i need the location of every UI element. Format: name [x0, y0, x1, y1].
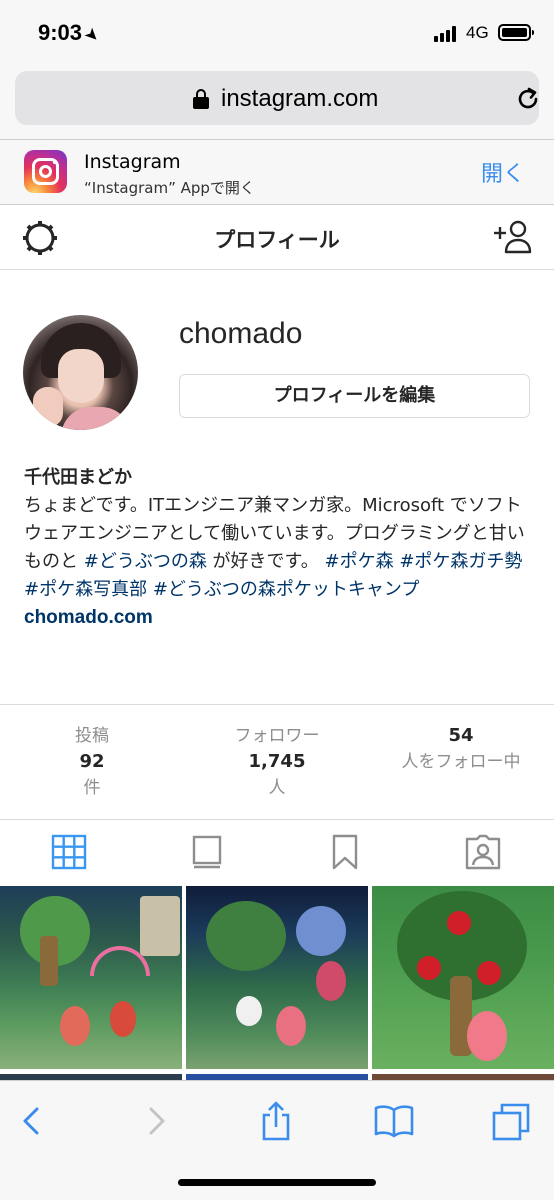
photo-grid: [0, 886, 554, 1072]
back-icon[interactable]: [13, 1101, 53, 1141]
reload-icon[interactable]: [515, 86, 541, 112]
tabs-icon[interactable]: [492, 1101, 532, 1141]
grid-view-icon[interactable]: [51, 834, 87, 870]
tagged-icon[interactable]: [465, 834, 501, 870]
profile-tabs: [0, 820, 554, 884]
followers-stat[interactable]: フォロワー 1,745 人: [185, 723, 369, 801]
hashtag-link[interactable]: #ポケ森写真部: [24, 579, 147, 600]
add-user-icon[interactable]: [492, 219, 532, 255]
address-bar[interactable]: instagram.com: [15, 71, 539, 125]
hashtag-link[interactable]: #どうぶつの森: [84, 551, 207, 572]
photo-thumbnail[interactable]: [0, 886, 182, 1069]
status-bar: 9:03➤ 4G: [0, 0, 554, 66]
lock-icon: [193, 89, 209, 109]
profile-header: プロフィール: [0, 205, 554, 270]
photo-thumbnail[interactable]: [186, 886, 368, 1069]
network-label: 4G: [466, 23, 489, 42]
home-indicator: [178, 1179, 376, 1186]
hashtag-link[interactable]: #ポケ森: [324, 551, 393, 572]
page-title: プロフィール: [214, 228, 340, 252]
bookmarks-icon[interactable]: [374, 1101, 414, 1141]
avatar[interactable]: [23, 315, 138, 430]
following-stat[interactable]: 54 人をフォロー中: [369, 723, 553, 775]
app-subtitle: “Instagram” Appで開く: [84, 179, 255, 197]
feed-view-icon[interactable]: [189, 834, 225, 870]
url-text[interactable]: instagram.com: [221, 85, 378, 113]
edit-profile-button[interactable]: プロフィールを編集: [179, 374, 530, 418]
photo-thumbnail[interactable]: [372, 886, 554, 1069]
hashtag-link[interactable]: #どうぶつの森ポケットキャンプ: [153, 579, 420, 600]
status-time: 9:03➤: [38, 20, 103, 46]
app-name: Instagram: [84, 151, 181, 173]
full-name: 千代田まどか: [24, 467, 132, 488]
smart-app-banner: Instagram “Instagram” Appで開く 開く: [0, 140, 554, 205]
forward-icon[interactable]: [135, 1101, 175, 1141]
username: chomado: [179, 317, 303, 350]
share-icon[interactable]: [256, 1101, 296, 1141]
browser-address-area: instagram.com: [0, 66, 554, 140]
battery-icon: [498, 24, 534, 41]
bio-text: ちょまどです。ITエンジニア兼マンガ家。Microsoft でソフトウェアエンジ…: [24, 495, 525, 600]
saved-icon[interactable]: [327, 834, 363, 870]
profile-stats: 投稿 92 件 フォロワー 1,745 人 54 人をフォロー中: [0, 704, 554, 820]
location-arrow-icon: ➤: [81, 24, 103, 46]
bio: 千代田まどか ちょまどです。ITエンジニア兼マンガ家。Microsoft でソフ…: [24, 464, 534, 632]
posts-stat[interactable]: 投稿 92 件: [0, 723, 184, 801]
instagram-app-icon: [24, 150, 67, 193]
hashtag-link[interactable]: #ポケ森ガチ勢: [399, 551, 522, 572]
website-link[interactable]: chomado.com: [24, 604, 534, 632]
open-app-button[interactable]: 開く: [481, 156, 525, 188]
signal-icon: [434, 26, 460, 42]
